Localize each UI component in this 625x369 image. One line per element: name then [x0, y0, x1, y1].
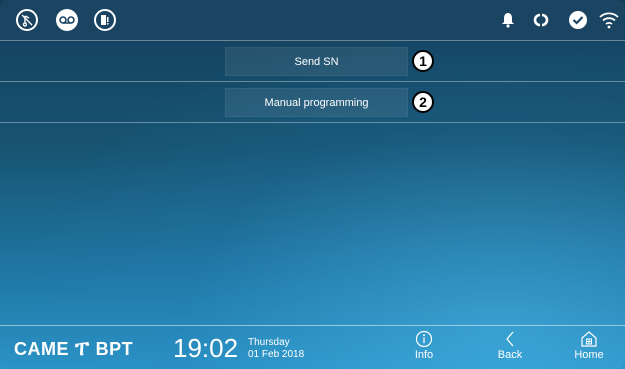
menu-row-send-sn: Send SN 1: [0, 41, 625, 82]
callout-badge-1: 1: [412, 50, 434, 72]
answering-machine-icon[interactable]: [56, 9, 78, 31]
status-bar: [0, 0, 625, 41]
logo-came: CAME: [14, 339, 69, 359]
check-icon: [567, 9, 589, 31]
chevron-left-icon: [504, 329, 516, 349]
info-button[interactable]: Info: [394, 329, 454, 367]
brand-logo: CAME ፐ BPT: [14, 338, 133, 361]
weekday-label: Thursday: [248, 337, 290, 348]
wifi-icon: [598, 9, 620, 31]
back-button[interactable]: Back: [480, 329, 540, 367]
home-icon: [580, 329, 598, 349]
clock-date: Thursday 01 Feb 2018: [248, 337, 304, 361]
send-sn-label: Send SN: [294, 55, 339, 68]
logo-bpt: BPT: [95, 339, 134, 359]
home-button[interactable]: Home: [559, 329, 619, 367]
home-label: Home: [574, 349, 604, 361]
info-icon: [415, 329, 433, 349]
bell-icon: [497, 9, 519, 31]
link-icon: [530, 9, 552, 31]
logo-mark: ፐ: [75, 338, 90, 360]
date-label: 01 Feb 2018: [248, 349, 305, 360]
clock-time: 19:02: [173, 333, 239, 363]
manual-programming-label: Manual programming: [264, 96, 369, 109]
back-label: Back: [497, 349, 523, 361]
screen: Send SN 1 Manual programming 2 CAME ፐ BP…: [0, 0, 625, 369]
manual-programming-button[interactable]: Manual programming: [225, 88, 408, 117]
menu-row-manual-programming: Manual programming 2: [0, 82, 625, 123]
bottom-bar: CAME ፐ BPT 19:02 Thursday 01 Feb 2018 In…: [0, 325, 625, 369]
callout-badge-2: 2: [412, 91, 434, 113]
send-sn-button[interactable]: Send SN: [225, 47, 408, 76]
info-label: Info: [414, 349, 434, 361]
door-open-icon[interactable]: [94, 9, 116, 31]
mute-ringtone-icon[interactable]: [16, 9, 38, 31]
